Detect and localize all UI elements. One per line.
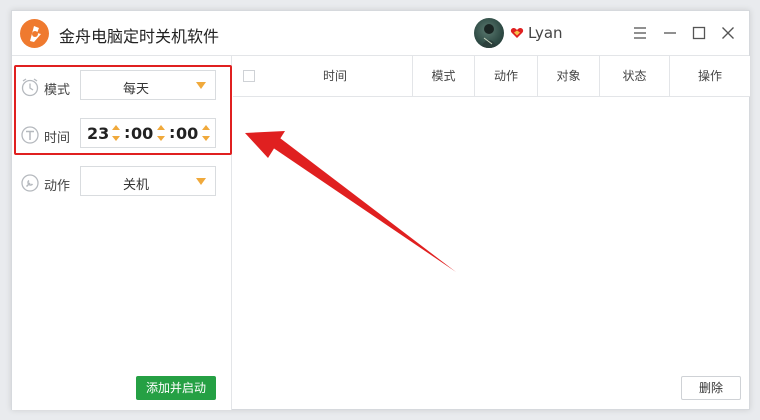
minute-stepper[interactable]: [157, 125, 165, 143]
action-row: 动作 关机: [12, 166, 232, 202]
down-arrow-icon: [202, 136, 210, 141]
up-arrow-icon: [202, 125, 210, 130]
select-all-checkbox[interactable]: [243, 70, 255, 82]
maximize-icon: [692, 26, 706, 40]
time-label: 时间: [44, 131, 71, 146]
username[interactable]: Lyan: [528, 24, 563, 42]
down-arrow-icon: [157, 136, 165, 141]
hour-stepper[interactable]: [112, 125, 120, 143]
action-value: 关机: [122, 178, 149, 193]
close-icon: [722, 27, 734, 39]
app-logo-icon: [20, 19, 49, 48]
second-stepper[interactable]: [202, 125, 210, 143]
menu-button[interactable]: [630, 23, 650, 43]
th-mode: 模式: [413, 56, 475, 97]
time-row: 时间 23 : 00 : 00: [12, 118, 232, 154]
app-title: 金舟电脑定时关机软件: [59, 27, 220, 46]
action-label: 动作: [44, 179, 71, 194]
avatar[interactable]: [474, 18, 504, 48]
action-select[interactable]: 关机: [80, 166, 216, 196]
second-value[interactable]: 00: [176, 124, 198, 143]
up-arrow-icon: [112, 125, 120, 130]
task-table-header: 时间 模式 动作 对象 状态 操作: [233, 56, 750, 97]
chevron-down-icon: [196, 82, 206, 89]
time-separator: :: [124, 123, 131, 142]
up-arrow-icon: [157, 125, 165, 130]
settings-panel: 模式 每天 时间 23 : 00: 00 动作 关机 添加并启动: [12, 56, 232, 410]
wrench-icon: [21, 174, 39, 192]
delete-button[interactable]: 删除: [681, 376, 741, 400]
time-separator: :: [169, 123, 176, 142]
minute-value[interactable]: 00: [131, 124, 153, 143]
mode-label: 模式: [44, 83, 71, 98]
add-and-start-button[interactable]: 添加并启动: [136, 376, 216, 400]
mode-select[interactable]: 每天: [80, 70, 216, 100]
chevron-down-icon: [196, 178, 206, 185]
th-action: 动作: [475, 56, 538, 97]
hour-value[interactable]: 23: [87, 124, 109, 143]
minimize-button[interactable]: [660, 23, 680, 43]
minimize-icon: [664, 32, 676, 34]
hamburger-menu-icon: [634, 27, 646, 39]
mode-row: 模式 每天: [12, 70, 232, 106]
down-arrow-icon: [112, 136, 120, 141]
th-status: 状态: [600, 56, 670, 97]
time-picker[interactable]: 23 : 00 : 00: [80, 118, 216, 148]
vip-heart-icon: [510, 28, 524, 38]
clock-icon: [21, 78, 39, 97]
mode-value: 每天: [122, 82, 149, 97]
th-target: 对象: [538, 56, 600, 97]
title-bar: 金舟电脑定时关机软件 Lyan: [12, 11, 749, 56]
maximize-button[interactable]: [689, 23, 709, 43]
close-button[interactable]: [718, 23, 738, 43]
time-t-icon: [21, 126, 39, 144]
th-time: 时间: [233, 56, 413, 97]
th-operation: 操作: [697, 69, 722, 83]
app-window: 金舟电脑定时关机软件 Lyan 模式 每天 时间 23: 00: 00 动作…: [11, 10, 750, 410]
